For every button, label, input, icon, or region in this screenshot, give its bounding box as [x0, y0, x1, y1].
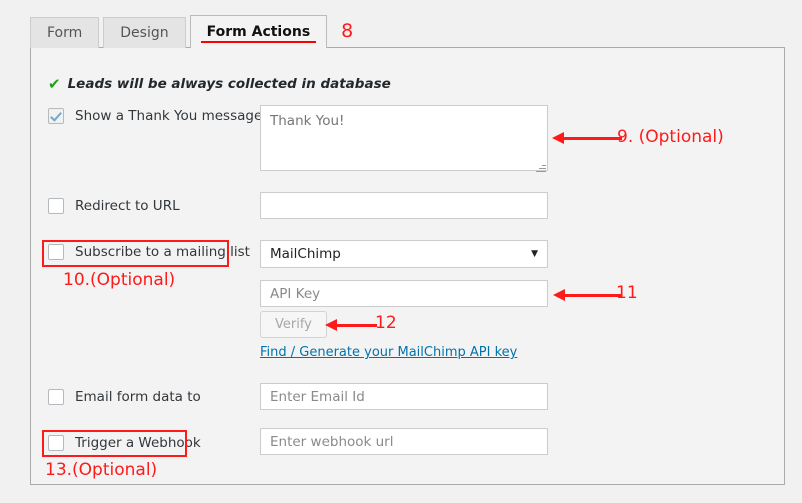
webhook-label-cell[interactable]: Trigger a Webhook — [48, 435, 248, 451]
tab-design-label: Design — [120, 25, 169, 41]
checkbox-trigger-webhook[interactable] — [48, 435, 64, 451]
checkbox-email-form-data[interactable] — [48, 389, 64, 405]
checkbox-redirect-to-url-label[interactable]: Redirect to URL — [75, 198, 180, 214]
api-key-input[interactable] — [260, 280, 548, 307]
annotation-10-text: 10.(Optional) — [63, 270, 176, 290]
row-email: Email form data to — [48, 389, 248, 405]
api-help-link-wrap: Find / Generate your MailChimp API key — [260, 345, 517, 360]
email-field — [260, 383, 548, 410]
select-mailing-provider[interactable]: MailChimp ▼ — [260, 240, 548, 268]
chevron-down-icon: ▼ — [531, 249, 538, 259]
webhook-url-input[interactable] — [260, 428, 548, 455]
checkbox-subscribe-mailing-list[interactable] — [48, 244, 64, 260]
annotation-11-text: 11 — [616, 283, 638, 303]
row-thank-you: Show a Thank You message — [48, 108, 262, 124]
redirect-label-cell[interactable]: Redirect to URL — [48, 198, 248, 214]
select-mailing-provider-value: MailChimp — [270, 246, 341, 262]
thank-you-label-cell[interactable]: Show a Thank You message — [48, 108, 262, 124]
leads-notice-text: Leads will be always collected in databa… — [67, 76, 391, 92]
checkbox-show-thank-you-label[interactable]: Show a Thank You message — [75, 108, 262, 124]
checkbox-show-thank-you[interactable] — [48, 108, 64, 124]
annotation-13-text: 13.(Optional) — [45, 460, 158, 480]
tab-form[interactable]: Form — [30, 17, 100, 48]
checkbox-subscribe-mailing-list-label[interactable]: Subscribe to a mailing list — [75, 244, 250, 260]
mailing-provider-field: MailChimp ▼ — [260, 240, 548, 268]
check-icon: ✔ — [48, 74, 61, 93]
leads-notice: ✔ Leads will be always collected in data… — [48, 76, 391, 92]
subscribe-label-cell[interactable]: Subscribe to a mailing list — [48, 244, 250, 260]
annotation-8: 8 — [341, 19, 354, 42]
thank-you-message-textarea[interactable] — [260, 105, 548, 171]
tab-form-actions[interactable]: Form Actions — [189, 15, 328, 48]
tab-form-actions-label: Form Actions — [206, 24, 311, 40]
row-redirect: Redirect to URL — [48, 198, 248, 214]
verify-button[interactable]: Verify — [260, 311, 327, 338]
redirect-field — [260, 192, 548, 219]
row-webhook: Trigger a Webhook — [48, 435, 248, 451]
verify-field: Verify — [260, 311, 327, 338]
annotation-12-text: 12 — [375, 313, 397, 333]
email-label-cell[interactable]: Email form data to — [48, 389, 248, 405]
redirect-url-input[interactable] — [260, 192, 548, 219]
api-key-field — [260, 280, 548, 307]
row-subscribe: Subscribe to a mailing list — [48, 244, 250, 260]
tab-highlight-underline — [200, 41, 317, 43]
tab-bar: Form Design Form Actions 8 — [30, 15, 354, 48]
webhook-field — [260, 428, 548, 455]
find-generate-api-key-link[interactable]: Find / Generate your MailChimp API key — [260, 345, 517, 360]
checkbox-email-form-data-label[interactable]: Email form data to — [75, 389, 201, 405]
annotation-9-text: 9. (Optional) — [617, 127, 724, 147]
checkbox-trigger-webhook-label[interactable]: Trigger a Webhook — [75, 435, 201, 451]
thank-you-field — [260, 105, 548, 175]
checkbox-redirect-to-url[interactable] — [48, 198, 64, 214]
tab-form-label: Form — [47, 25, 83, 41]
email-id-input[interactable] — [260, 383, 548, 410]
tab-design[interactable]: Design — [103, 17, 186, 48]
